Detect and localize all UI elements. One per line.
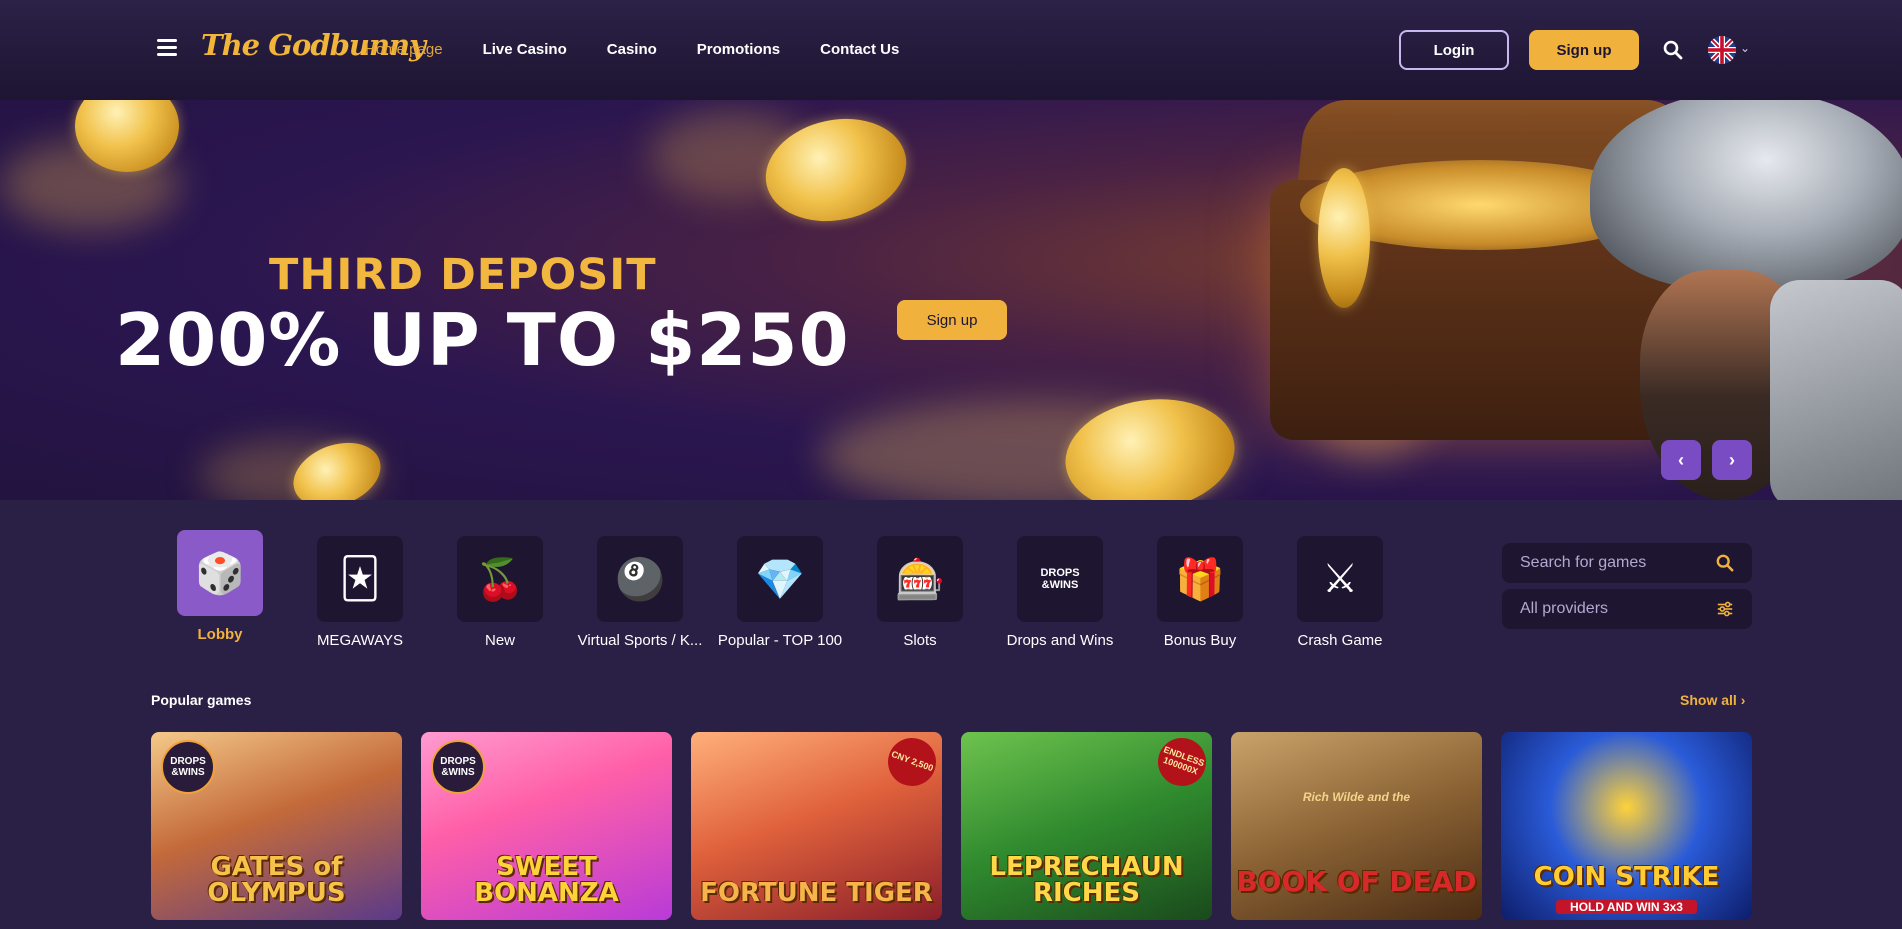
game-title: LEPRECHAUN RICHES (989, 852, 1184, 908)
popular-games-title: Popular games (151, 692, 252, 708)
game-tag-badge: CNY 2,500 (881, 732, 942, 793)
game-title: GATES of OLYMPUS (207, 852, 346, 908)
game-card-fortune-tiger[interactable]: CNY 2,500 FORTUNE TIGER (691, 732, 942, 920)
search-icon[interactable] (1663, 40, 1683, 60)
banner-signup-button[interactable]: Sign up (897, 300, 1007, 340)
category-bonus-buy[interactable]: 🎁 Bonus Buy (1130, 530, 1270, 649)
diamond-icon: 💎 (737, 536, 823, 622)
category-label: Slots (903, 632, 937, 649)
gift-box-icon: 🎁 (1157, 536, 1243, 622)
search-icon[interactable] (1716, 554, 1734, 572)
game-title: COIN STRIKE (1533, 862, 1720, 892)
banner-headline: 200% UP TO $250 (115, 298, 850, 382)
language-chevron-down-icon[interactable]: ⌄ (1740, 41, 1750, 55)
uk-flag-icon[interactable] (1708, 36, 1736, 64)
cherries-icon: 🍒 (457, 536, 543, 622)
category-crash-game[interactable]: ⚔ Crash Game (1270, 530, 1410, 649)
jester-hat-icon: 🃏 (317, 536, 403, 622)
game-card-coin-strike[interactable]: HOLD AND WIN 3x3 COIN STRIKE (1501, 732, 1752, 920)
category-popular-top-100[interactable]: 💎 Popular - TOP 100 (710, 530, 850, 649)
category-lobby[interactable]: 🎲 Lobby (150, 530, 290, 643)
category-label: Bonus Buy (1163, 632, 1237, 649)
game-title: FORTUNE TIGER (700, 878, 933, 908)
show-all-label: Show all (1680, 692, 1737, 708)
category-label: New (484, 632, 515, 649)
nav-contact-us[interactable]: Contact Us (820, 41, 899, 58)
provider-filter[interactable]: All providers (1502, 589, 1752, 629)
category-label: MEGAWAYS (316, 632, 404, 649)
slider-prev-button[interactable]: ‹ (1661, 440, 1701, 480)
game-search-box[interactable] (1502, 543, 1752, 583)
main-nav: Home page Live Casino Casino Promotions … (365, 41, 899, 58)
category-label: Virtual Sports / K... (577, 632, 703, 649)
category-slots[interactable]: 🎰 Slots (850, 530, 990, 649)
category-new[interactable]: 🍒 New (430, 530, 570, 649)
game-subtitle: HOLD AND WIN 3x3 (1556, 900, 1697, 914)
slider-next-button[interactable]: › (1712, 440, 1752, 480)
category-virtual-sports-k[interactable]: 🎱 Virtual Sports / K... (570, 530, 710, 649)
site-header: The Godbunny Home page Live Casino Casin… (0, 0, 1902, 100)
category-megaways[interactable]: 🃏 MEGAWAYS (290, 530, 430, 649)
game-card-book-of-dead[interactable]: Rich Wilde and the BOOK OF DEAD (1231, 732, 1482, 920)
game-tag-badge: ENDLESS 100000X (1151, 732, 1212, 793)
category-drops-and-wins[interactable]: DROPS &WINS Drops and Wins (990, 530, 1130, 649)
crossed-swords-icon: ⚔ (1297, 536, 1383, 622)
promo-banner: THIRD DEPOSIT 200% UP TO $250 Sign up ‹ … (0, 100, 1902, 500)
show-all-link[interactable]: Show all › (1680, 692, 1745, 708)
game-card-sweet-bonanza[interactable]: DROPS &WINS SWEET BONANZA (421, 732, 672, 920)
nav-live-casino[interactable]: Live Casino (483, 41, 567, 58)
nav-home[interactable]: Home page (365, 41, 443, 58)
game-title: BOOK OF DEAD (1236, 865, 1477, 898)
category-label: Lobby (197, 626, 243, 643)
nav-promotions[interactable]: Promotions (697, 41, 780, 58)
game-card-gates-of-olympus[interactable]: DROPS &WINS GATES of OLYMPUS (151, 732, 402, 920)
drops-wins-badge: DROPS &WINS (431, 740, 485, 794)
signup-button[interactable]: Sign up (1529, 30, 1639, 70)
category-label: Popular - TOP 100 (717, 632, 843, 649)
nav-casino[interactable]: Casino (607, 41, 657, 58)
game-card-leprechaun-riches[interactable]: ENDLESS 100000X LEPRECHAUN RICHES (961, 732, 1212, 920)
banner-subtitle: THIRD DEPOSIT (269, 250, 657, 300)
filter-sliders-icon (1717, 601, 1733, 617)
conquistador-armor (1770, 280, 1902, 500)
gold-coin (1318, 168, 1370, 308)
game-search-input[interactable] (1520, 554, 1700, 572)
game-subtitle: Rich Wilde and the (1302, 790, 1411, 804)
drops-wins-icon: DROPS &WINS (1017, 536, 1103, 622)
category-label: Drops and Wins (1006, 632, 1114, 649)
dice-icon: 🎲 (177, 530, 263, 616)
hamburger-menu-icon[interactable] (157, 39, 177, 59)
game-title: SWEET BONANZA (474, 852, 619, 908)
conquistador-helmet (1590, 100, 1902, 290)
chevron-right-icon: › (1740, 692, 1746, 708)
slot-777-icon: 🎰 (877, 536, 963, 622)
login-button[interactable]: Login (1399, 30, 1509, 70)
lottery-ball-icon: 🎱 (597, 536, 683, 622)
drops-wins-badge: DROPS &WINS (161, 740, 215, 794)
category-label: Crash Game (1297, 632, 1383, 649)
provider-filter-label: All providers (1520, 600, 1609, 617)
